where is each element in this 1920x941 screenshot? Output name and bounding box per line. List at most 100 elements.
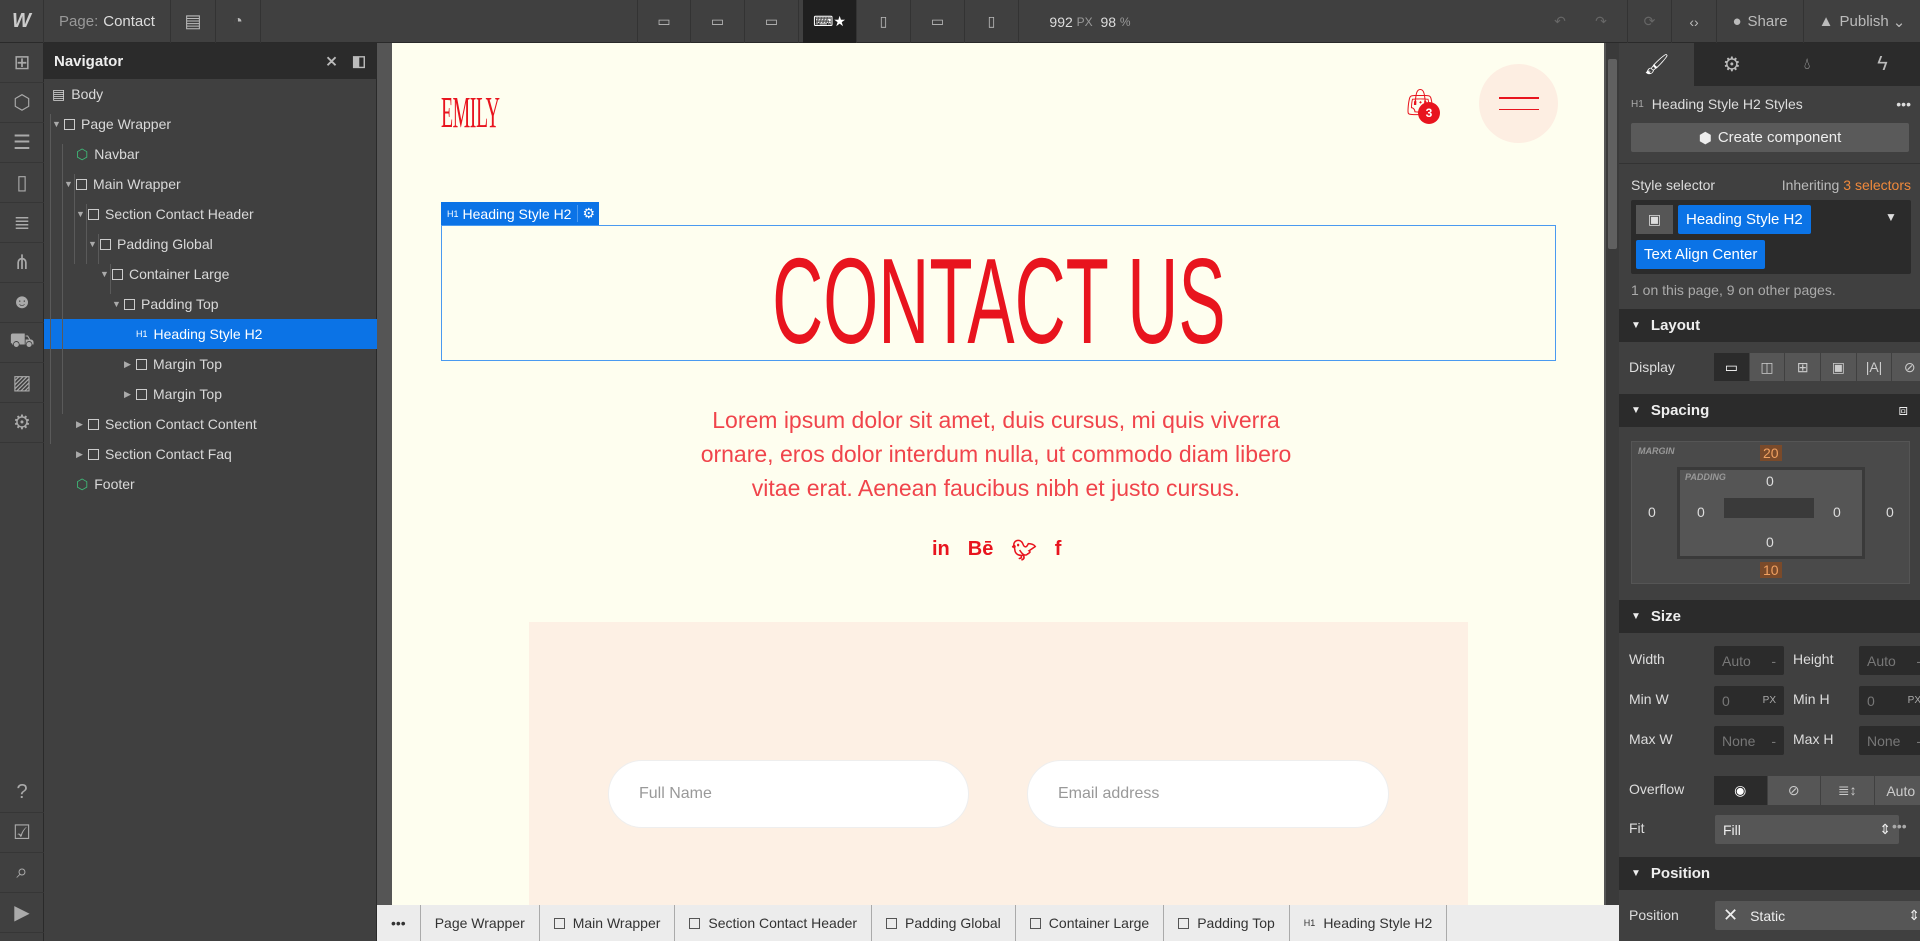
sync-icon[interactable]: ⟳: [1628, 0, 1672, 43]
navigator-item[interactable]: ⬡ Footer: [44, 469, 377, 499]
navigator-item[interactable]: ▶ Margin Top: [44, 379, 377, 409]
layout-section-header[interactable]: ▼ Layout: [1619, 309, 1920, 342]
mobile-landscape-icon[interactable]: ▭: [911, 0, 965, 43]
overflow-visible-icon[interactable]: ◉: [1714, 776, 1768, 805]
undo-icon[interactable]: ↶: [1545, 0, 1575, 43]
overflow-auto-button[interactable]: Auto: [1874, 776, 1920, 805]
min-width-input[interactable]: 0 PX: [1714, 686, 1784, 715]
caret-right-icon[interactable]: ▶: [76, 449, 88, 460]
caret-right-icon[interactable]: ▶: [124, 389, 136, 400]
spacing-section-header[interactable]: ▼ Spacing ⧈: [1619, 394, 1920, 427]
margin-top-value[interactable]: 20: [1760, 445, 1782, 461]
menu-button[interactable]: [1479, 64, 1558, 143]
settings-icon[interactable]: ⚙: [0, 403, 44, 443]
ecommerce-icon[interactable]: ⛟: [0, 323, 44, 363]
size-section-header[interactable]: ▼ Size: [1619, 600, 1920, 633]
behance-icon[interactable]: Bē: [968, 538, 994, 563]
interactions-drops-icon[interactable]: 💧︎: [1770, 43, 1845, 86]
fit-more-icon[interactable]: •••: [1892, 818, 1907, 834]
assets-icon[interactable]: ▨: [0, 363, 44, 403]
navigator-item[interactable]: ▼ Main Wrapper: [44, 169, 377, 199]
desktop-large-icon[interactable]: ▭: [691, 0, 745, 43]
mobile-portrait-icon[interactable]: ▯: [965, 0, 1019, 43]
caret-right-icon[interactable]: ▶: [76, 419, 88, 430]
breadcrumb-item[interactable]: Padding Global: [872, 905, 1016, 941]
add-icon[interactable]: ⊞: [0, 43, 44, 83]
display-grid-icon[interactable]: ⊞: [1785, 353, 1822, 381]
selector-chip[interactable]: Heading Style H2: [1678, 205, 1811, 234]
page-selector[interactable]: Page: Contact: [44, 0, 171, 43]
width-input[interactable]: Auto -: [1714, 646, 1784, 675]
navigator-item[interactable]: ⬡ Navbar: [44, 139, 377, 169]
canvas-scrollbar[interactable]: [1606, 43, 1619, 905]
fit-select[interactable]: Fill ⇕: [1715, 815, 1899, 844]
lightning-icon[interactable]: ϟ: [1845, 43, 1920, 86]
pages-icon[interactable]: ▯: [0, 163, 44, 203]
dropdown-caret-icon[interactable]: ▼: [1885, 210, 1897, 224]
navigator-icon[interactable]: ☰: [0, 123, 44, 163]
settings-gear-icon[interactable]: ⚙: [1694, 43, 1769, 86]
selector-state-icon[interactable]: ▣: [1636, 205, 1673, 234]
tablet-icon[interactable]: ▯: [857, 0, 911, 43]
max-width-input[interactable]: None -: [1714, 726, 1784, 755]
position-section-header[interactable]: ▼ Position: [1619, 857, 1920, 890]
comments-icon[interactable]: ▤: [171, 0, 216, 43]
margin-right-value[interactable]: 0: [1886, 504, 1894, 520]
padding-right-value[interactable]: 0: [1833, 504, 1841, 520]
breadcrumb-item[interactable]: Main Wrapper: [540, 905, 676, 941]
breadcrumb-more[interactable]: •••: [377, 905, 421, 941]
display-none-icon[interactable]: ⊘: [1892, 353, 1920, 381]
video-icon[interactable]: ▶: [0, 893, 44, 933]
spacing-mode-icon[interactable]: ⧈: [1898, 402, 1908, 419]
navigator-item[interactable]: ▶ Section Contact Faq: [44, 439, 377, 469]
breadcrumb-item[interactable]: Section Contact Header: [675, 905, 873, 941]
navigator-item[interactable]: ▼ Section Contact Header: [44, 199, 377, 229]
min-height-input[interactable]: 0 PX: [1859, 686, 1920, 715]
create-component-button[interactable]: ⬢ Create component: [1631, 123, 1909, 152]
redo-icon[interactable]: ↷: [1575, 0, 1628, 43]
display-block-icon[interactable]: ▭: [1714, 353, 1750, 381]
navigator-item[interactable]: ▼ Padding Top: [44, 289, 377, 319]
padding-bottom-value[interactable]: 0: [1766, 534, 1774, 550]
display-flex-icon[interactable]: ◫: [1749, 353, 1786, 381]
code-icon[interactable]: ‹›: [1672, 0, 1717, 43]
display-inline-block-icon[interactable]: ▣: [1821, 353, 1857, 381]
linkedin-icon[interactable]: in: [932, 538, 950, 563]
margin-bottom-value[interactable]: 10: [1760, 562, 1782, 578]
email-input[interactable]: Email address: [1027, 760, 1389, 828]
webflow-logo[interactable]: W: [0, 0, 44, 43]
cms-icon[interactable]: ≣: [0, 203, 44, 243]
caret-down-icon[interactable]: ▼: [52, 119, 64, 129]
navigator-item[interactable]: H1 Heading Style H2: [44, 319, 377, 349]
selector-field[interactable]: ▣ Heading Style H2 Text Align Center ▼: [1631, 200, 1911, 274]
publish-button[interactable]: ▲ Publish ⌄: [1804, 0, 1920, 43]
display-inline-icon[interactable]: |A|: [1856, 353, 1893, 381]
components-icon[interactable]: ⬡: [0, 83, 44, 123]
navigator-item[interactable]: ▼ Padding Global: [44, 229, 377, 259]
navigator-item[interactable]: ▼ Page Wrapper: [44, 109, 377, 139]
position-select[interactable]: ✕ Static ⇕: [1715, 901, 1920, 930]
breadcrumb-item[interactable]: Padding Top: [1164, 905, 1290, 941]
navigator-item[interactable]: ▶ Margin Top: [44, 349, 377, 379]
search-icon[interactable]: ⌕: [0, 853, 44, 893]
caret-right-icon[interactable]: ▶: [124, 359, 136, 370]
height-input[interactable]: Auto-: [1859, 646, 1920, 675]
max-height-input[interactable]: None-: [1859, 726, 1920, 755]
share-button[interactable]: ● Share: [1717, 0, 1804, 43]
full-name-input[interactable]: Full Name: [608, 760, 969, 828]
gear-icon[interactable]: ⚙: [577, 205, 599, 222]
help-icon[interactable]: ?: [0, 773, 44, 813]
preview-icon[interactable]: ◔: [216, 0, 261, 43]
caret-down-icon[interactable]: ▼: [112, 299, 124, 309]
padding-left-value[interactable]: 0: [1697, 504, 1705, 520]
brand-logo[interactable]: EMILY: [441, 87, 500, 138]
padding-top-value[interactable]: 0: [1766, 473, 1774, 489]
selector-chip[interactable]: Text Align Center: [1636, 240, 1766, 269]
selection-tag[interactable]: H1 Heading Style H2 ⚙: [441, 202, 600, 225]
page-heading[interactable]: CONTACT US: [441, 239, 1556, 364]
facebook-icon[interactable]: f: [1055, 538, 1062, 563]
users-icon[interactable]: ☻: [0, 283, 44, 323]
twitter-icon[interactable]: 🐦︎: [1011, 538, 1036, 563]
dock-icon[interactable]: ◧: [352, 52, 366, 70]
desktop-medium-icon[interactable]: ▭: [745, 0, 799, 43]
